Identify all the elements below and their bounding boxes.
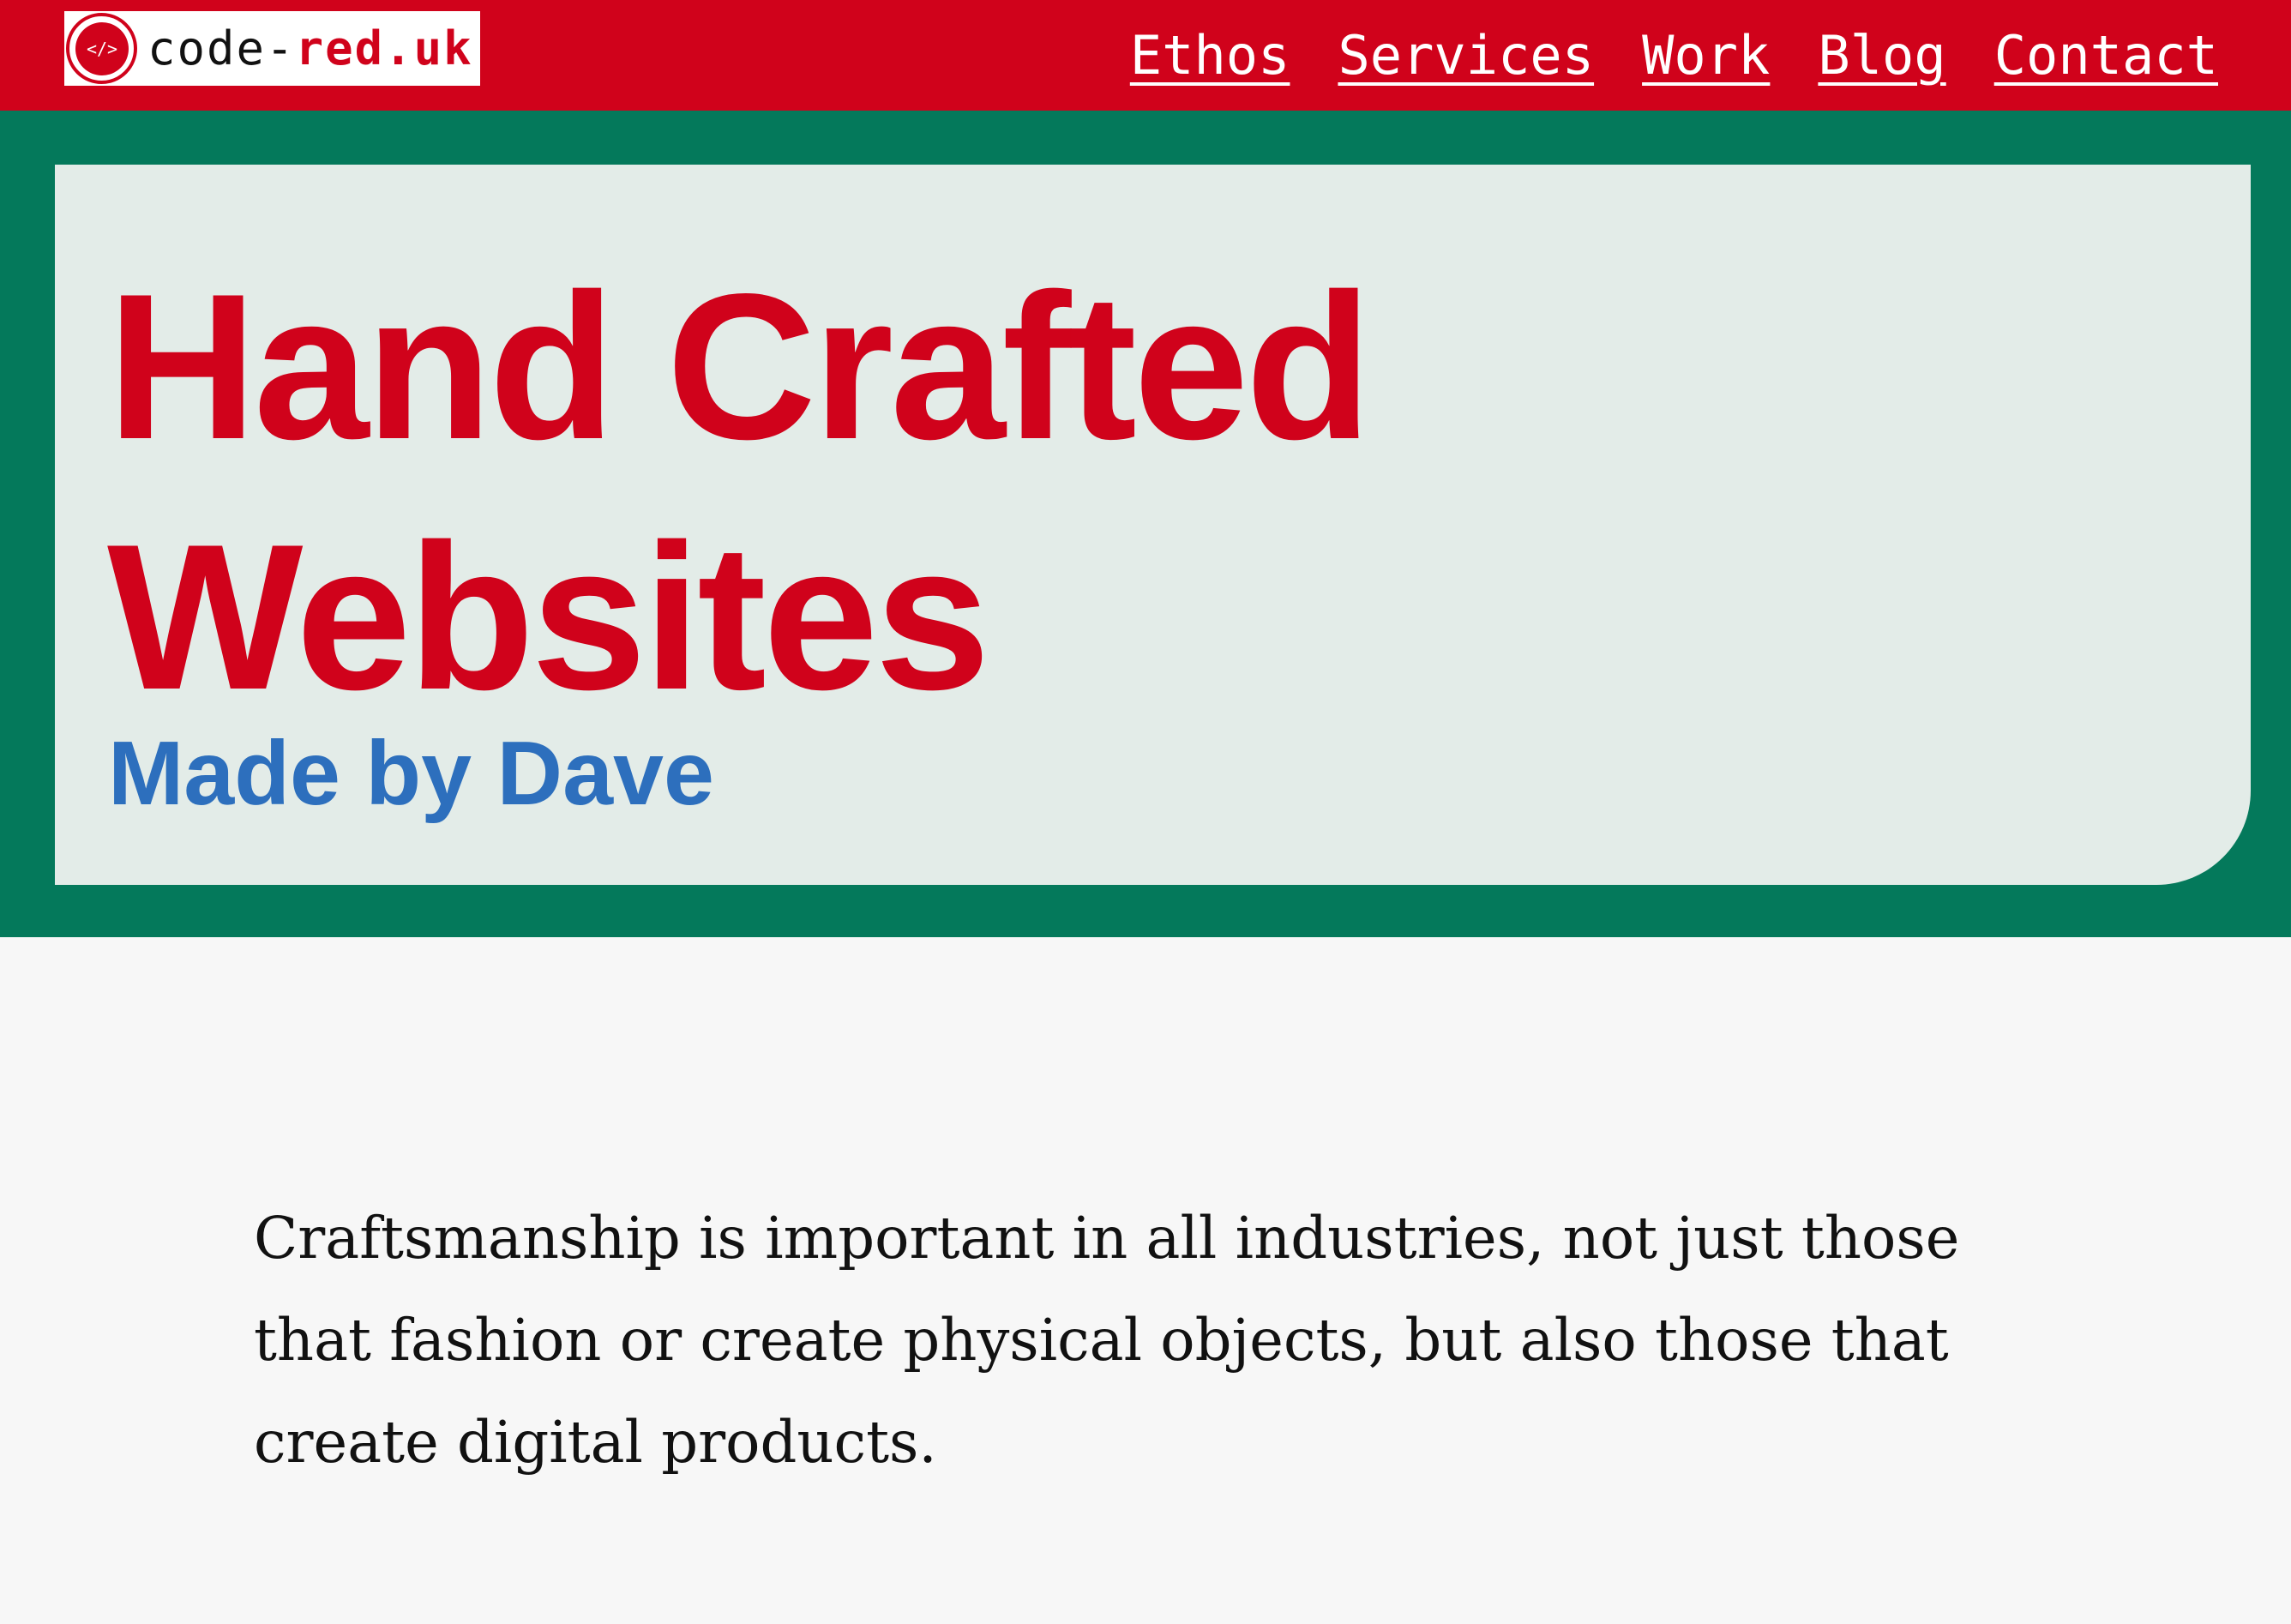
hero-title-line-2: Websites [107, 502, 990, 733]
nav-link-ethos[interactable]: Ethos [1130, 24, 1290, 87]
nav-link-services[interactable]: Services [1338, 24, 1594, 87]
hero-title: Hand Crafted Websites [107, 242, 1372, 743]
nav-link-contact[interactable]: Contact [1994, 24, 2218, 87]
site-logo-link[interactable]: </> code-red.uk [64, 11, 480, 86]
main-nav: Ethos Services Work Blog Contact [1130, 0, 2218, 111]
hero-card: Hand Crafted Websites Made by Dave [55, 165, 2251, 885]
site-header: </> code-red.uk Ethos Services Work Blog… [0, 0, 2291, 111]
hero-section: Hand Crafted Websites Made by Dave [0, 111, 2291, 937]
nav-link-blog[interactable]: Blog [1818, 24, 1945, 87]
logo-wordmark-accent: red.uk [295, 21, 473, 75]
logo-wordmark-base: code- [147, 21, 296, 75]
hero-title-line-1: Hand Crafted [107, 251, 1372, 483]
code-brackets-icon: </> [66, 13, 137, 84]
intro-paragraph: Craftsmanship is important in all indust… [254, 1205, 1960, 1476]
logo-wordmark: code-red.uk [147, 11, 473, 86]
hero-subtitle: Made by Dave [108, 723, 714, 824]
svg-text:</>: </> [86, 39, 117, 59]
nav-link-work[interactable]: Work [1642, 24, 1770, 87]
